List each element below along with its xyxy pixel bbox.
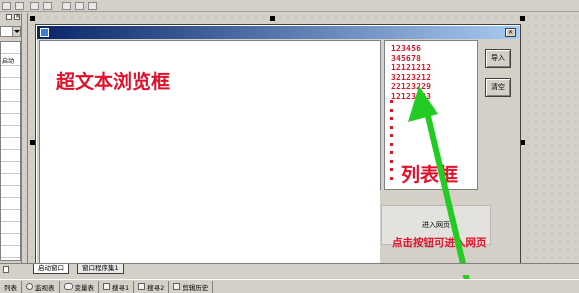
tab-startup-window[interactable]: 启动窗口 xyxy=(33,264,69,274)
list-item[interactable]: 345678 xyxy=(391,54,431,64)
bottom-toolbar: 列表 监视表 变量表 搜寻1 搜寻2 剪辑历史 xyxy=(0,279,579,293)
form-titlebar[interactable]: × xyxy=(37,26,519,39)
variables-tab[interactable]: 变量表 xyxy=(60,280,99,293)
list-item[interactable]: 22123229 xyxy=(391,82,431,92)
clear-button[interactable]: 清空 xyxy=(485,78,511,97)
watch-tab-label: 监视表 xyxy=(35,283,55,292)
panel-tab-icon[interactable] xyxy=(3,266,9,273)
clipboard-icon xyxy=(173,283,181,290)
list-empty-item xyxy=(390,176,393,180)
editor-tabs: 启动窗口 窗口程序集1 xyxy=(27,263,579,275)
glasses-icon xyxy=(63,283,73,290)
align-center-icon[interactable] xyxy=(15,2,24,10)
align-left-icon[interactable] xyxy=(2,2,11,10)
variables-tab-label: 变量表 xyxy=(74,283,95,292)
watch-tab[interactable]: 监视表 xyxy=(22,280,60,293)
same-width-icon[interactable] xyxy=(62,2,71,10)
align-top-icon[interactable] xyxy=(43,2,52,10)
panel-tabs xyxy=(0,263,27,275)
property-panel: × 启动 xyxy=(0,13,22,263)
list-item[interactable]: 12123223 xyxy=(391,92,431,102)
same-size-icon[interactable] xyxy=(88,2,97,10)
property-grid[interactable]: 启动 xyxy=(0,41,21,261)
align-right-icon[interactable] xyxy=(30,2,39,10)
list-empty-item xyxy=(390,134,393,137)
pin-icon[interactable] xyxy=(6,14,12,20)
find2-tab-label: 搜寻2 xyxy=(147,283,165,292)
find2-tab[interactable]: 搜寻2 xyxy=(134,280,170,293)
list-empty-item xyxy=(390,100,393,103)
selection-handle[interactable] xyxy=(520,16,525,21)
list-empty-item xyxy=(390,108,393,112)
tab-window-assembly[interactable]: 窗口程序集1 xyxy=(77,264,124,274)
find-icon xyxy=(138,283,146,290)
component-selector[interactable] xyxy=(0,26,21,37)
clipboard-history-tab[interactable]: 剪辑历史 xyxy=(169,280,214,293)
form-close-button[interactable]: × xyxy=(505,28,516,37)
list-items: 123456 345678 12121212 32123212 22123229… xyxy=(391,44,431,102)
selection-handle[interactable] xyxy=(30,16,35,21)
chevron-down-icon[interactable] xyxy=(12,27,20,36)
find1-tab[interactable]: 搜寻1 xyxy=(99,280,135,293)
list-item[interactable]: 12121212 xyxy=(391,63,431,73)
list-item[interactable]: 32123212 xyxy=(391,73,431,83)
panel-close-icon[interactable]: × xyxy=(14,14,20,20)
list-empty-item xyxy=(390,159,393,163)
selection-handle[interactable] xyxy=(270,16,275,21)
same-height-icon[interactable] xyxy=(75,2,84,10)
list-item[interactable]: 123456 xyxy=(391,44,431,54)
list-tab-label: 列表 xyxy=(4,283,17,292)
enter-annotation: 点击按钮可进入网页 xyxy=(392,237,487,249)
find-icon xyxy=(103,283,110,290)
top-toolbar xyxy=(0,0,579,12)
list-empty-item xyxy=(390,168,393,171)
property-cell: 启动 xyxy=(2,58,15,65)
clipboard-history-tab-label: 剪辑历史 xyxy=(182,283,209,292)
list-annotation: 列表框 xyxy=(401,164,459,186)
list-empty-item xyxy=(390,117,393,120)
list-tab[interactable]: 列表 xyxy=(0,280,22,293)
list-empty-items xyxy=(390,100,393,185)
import-button[interactable]: 导入 xyxy=(485,49,511,68)
find1-tab-label: 搜寻1 xyxy=(112,283,130,292)
form-icon xyxy=(40,28,49,37)
list-empty-item xyxy=(390,151,393,154)
list-empty-item xyxy=(390,142,393,146)
list-empty-item xyxy=(390,125,393,129)
browser-annotation: 超文本浏览框 xyxy=(56,71,171,93)
search-icon xyxy=(26,283,33,290)
